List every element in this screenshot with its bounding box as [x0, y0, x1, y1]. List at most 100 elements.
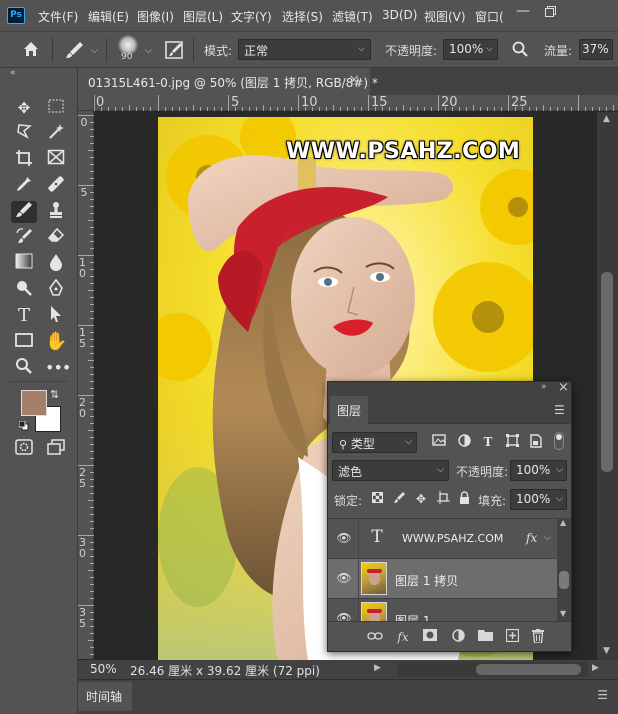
lock-image-pixels-icon[interactable]: [391, 491, 407, 508]
filter-smart-object-icon[interactable]: [528, 434, 544, 452]
vertical-scroll-thumb[interactable]: [601, 272, 613, 472]
tab-layers[interactable]: 图层: [330, 396, 368, 424]
panel-titlebar[interactable]: » ×: [328, 380, 571, 396]
opacity-field[interactable]: 100% ⌵: [443, 39, 498, 60]
hand-tool-icon[interactable]: ✋: [45, 331, 67, 353]
history-brush-tool-icon[interactable]: [13, 227, 35, 249]
menu-layer[interactable]: 图层(L): [183, 8, 223, 25]
layer-filter-select[interactable]: ⚲ 类型 ⌵: [332, 432, 417, 453]
layer-fill-field[interactable]: 100% ⌵: [510, 489, 567, 510]
panel-menu-icon[interactable]: ☰: [597, 688, 608, 702]
eraser-tool-icon[interactable]: [45, 227, 67, 249]
scroll-right-icon[interactable]: ▶: [592, 663, 599, 673]
chevron-right-icon[interactable]: ▶: [374, 663, 381, 673]
lasso-tool-icon[interactable]: [13, 123, 35, 145]
scroll-down-icon[interactable]: ▼: [560, 609, 566, 618]
healing-brush-tool-icon[interactable]: [45, 175, 67, 197]
collapse-icon[interactable]: »: [541, 382, 547, 392]
close-icon[interactable]: ×: [558, 380, 569, 395]
horizontal-scroll-thumb[interactable]: [476, 664, 581, 675]
restore-icon[interactable]: [535, 0, 565, 31]
layer-list-scroll-thumb[interactable]: [559, 571, 569, 589]
layer-opacity-field[interactable]: 100% ⌵: [510, 460, 567, 481]
menu-file[interactable]: 文件(F): [38, 8, 78, 25]
lock-all-icon[interactable]: [456, 491, 472, 508]
layer-row-text[interactable]: 👁 T WWW.PSAHZ.COM fx ⌵: [328, 519, 557, 559]
menu-filter[interactable]: 滤镜(T): [332, 8, 373, 25]
rectangle-tool-icon[interactable]: [13, 331, 35, 353]
collapse-icon[interactable]: «: [10, 68, 16, 78]
layer-list-scrollbar[interactable]: ▲ ▼: [557, 518, 571, 621]
close-icon[interactable]: ×: [348, 72, 360, 88]
menu-select[interactable]: 选择(S): [282, 8, 323, 25]
pressure-opacity-icon[interactable]: [512, 41, 528, 60]
lock-transparent-pixels-icon[interactable]: [369, 491, 385, 507]
clone-stamp-tool-icon[interactable]: [45, 201, 67, 223]
horizontal-ruler[interactable]: 0 5 10 15 20 25: [94, 95, 618, 111]
swap-colors-icon[interactable]: ⇅: [50, 388, 59, 401]
layer-name[interactable]: WWW.PSAHZ.COM: [402, 532, 503, 545]
delete-layer-icon[interactable]: [529, 629, 547, 647]
layer-name[interactable]: 图层 1 拷贝: [395, 572, 458, 589]
visibility-eye-icon[interactable]: 👁: [336, 531, 352, 545]
marquee-tool-icon[interactable]: [45, 97, 67, 119]
scroll-up-icon[interactable]: ▲: [560, 518, 566, 527]
fx-icon[interactable]: fx: [526, 531, 537, 545]
more-tools-icon[interactable]: •••: [45, 357, 71, 379]
filter-toggle[interactable]: [554, 432, 564, 450]
brush-preset-icon[interactable]: [64, 39, 86, 64]
pen-tool-icon[interactable]: [45, 278, 67, 301]
menu-view[interactable]: 视图(V): [424, 8, 466, 25]
brush-tool-icon[interactable]: [11, 201, 37, 223]
vertical-scrollbar[interactable]: ▲ ▼: [597, 112, 618, 660]
foreground-color-swatch[interactable]: [21, 390, 47, 416]
brush-settings-icon[interactable]: [165, 40, 184, 62]
frame-tool-icon[interactable]: [45, 149, 67, 171]
path-selection-tool-icon[interactable]: [45, 305, 67, 327]
home-icon[interactable]: [22, 40, 40, 61]
lock-artboard-icon[interactable]: [435, 491, 451, 508]
quick-mask-icon[interactable]: [13, 439, 35, 461]
new-layer-icon[interactable]: [503, 628, 521, 646]
filter-shape-icon[interactable]: [504, 434, 520, 451]
chevron-down-icon[interactable]: ⌵: [145, 46, 152, 56]
link-layers-icon[interactable]: [366, 629, 384, 645]
magic-wand-tool-icon[interactable]: [45, 123, 67, 145]
scroll-down-icon[interactable]: ▼: [603, 646, 610, 656]
menu-3d[interactable]: 3D(D): [382, 8, 417, 22]
blend-mode-select[interactable]: 正常 ⌵: [238, 39, 371, 60]
layer-name[interactable]: 图层 1: [395, 612, 430, 621]
layer-row[interactable]: 👁 图层 1: [328, 599, 557, 621]
ruler-origin[interactable]: [78, 95, 94, 111]
panel-menu-icon[interactable]: ☰: [554, 403, 565, 417]
layer-row-selected[interactable]: 👁 图层 1 拷贝: [328, 559, 557, 599]
flow-field[interactable]: 37%: [579, 39, 613, 60]
horizontal-scrollbar[interactable]: [398, 662, 588, 677]
layer-blend-mode-select[interactable]: 滤色 ⌵: [332, 460, 449, 481]
timeline-tab[interactable]: 时间轴: [78, 682, 132, 711]
default-colors-icon[interactable]: [18, 420, 29, 431]
add-mask-icon[interactable]: [421, 629, 439, 645]
filter-adjustment-icon[interactable]: [456, 434, 472, 451]
move-tool-icon[interactable]: ✥: [13, 97, 35, 119]
zoom-tool-icon[interactable]: [13, 357, 35, 379]
minimize-icon[interactable]: —: [508, 0, 538, 31]
visibility-eye-icon[interactable]: 👁: [336, 571, 352, 585]
document-tab[interactable]: 01315L461-0.jpg @ 50% (图层 1 拷贝, RGB/8#) …: [78, 68, 378, 95]
gradient-tool-icon[interactable]: [13, 253, 35, 275]
screen-mode-icon[interactable]: [45, 439, 67, 461]
add-layer-style-icon[interactable]: fx: [394, 629, 412, 645]
visibility-eye-icon[interactable]: 👁: [336, 611, 352, 621]
filter-type-icon[interactable]: T: [480, 434, 496, 450]
vertical-ruler[interactable]: 0 5 1 0 1 5 2 0 2 5 3 0 3 5: [78, 111, 94, 659]
adjustment-layer-icon[interactable]: [449, 629, 467, 646]
filter-pixel-icon[interactable]: [431, 434, 447, 450]
menu-window[interactable]: 窗口(: [475, 8, 504, 25]
zoom-level[interactable]: 50%: [90, 662, 117, 676]
type-tool-icon[interactable]: T: [13, 305, 35, 327]
chevron-down-icon[interactable]: ⌵: [91, 46, 98, 56]
lock-position-icon[interactable]: ✥: [413, 491, 429, 507]
crop-tool-icon[interactable]: [13, 149, 35, 171]
scroll-up-icon[interactable]: ▲: [603, 114, 610, 124]
blur-tool-icon[interactable]: [45, 253, 67, 275]
